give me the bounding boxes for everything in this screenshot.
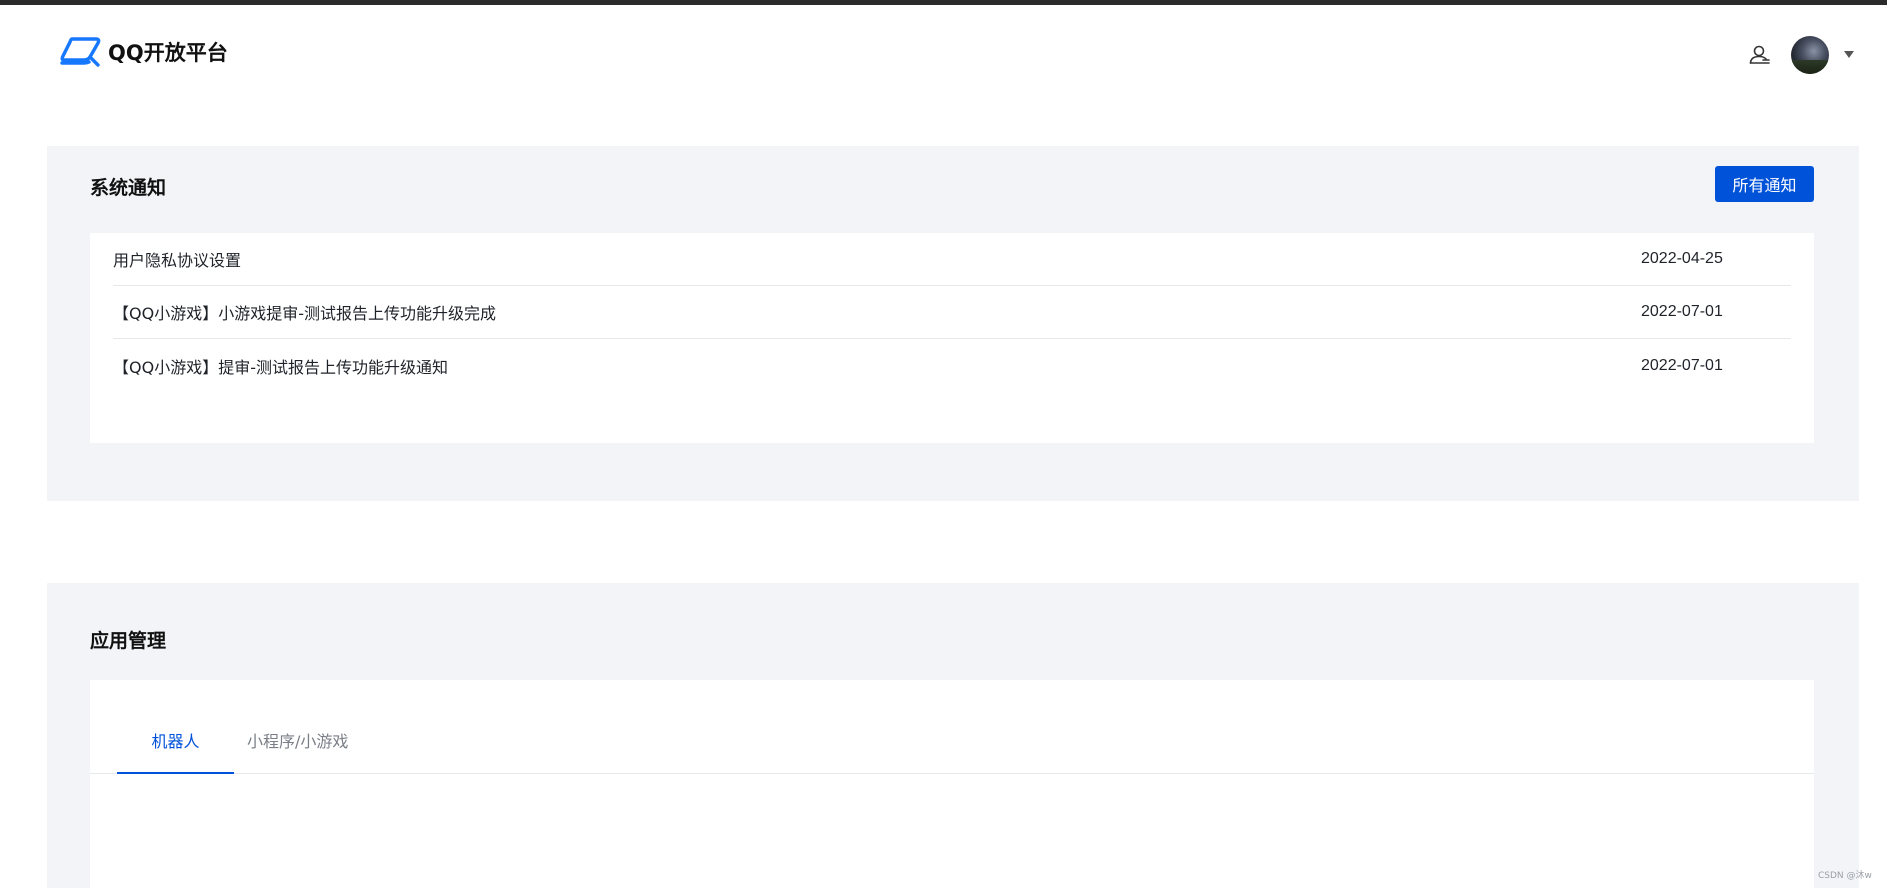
notice-title: 【QQ小游戏】小游戏提审-测试报告上传功能升级完成 bbox=[113, 304, 496, 323]
app-management-section: 应用管理 机器人 小程序/小游戏 bbox=[47, 583, 1859, 888]
qq-open-platform-logo-icon bbox=[60, 35, 102, 69]
app-tabs: 机器人 小程序/小游戏 bbox=[90, 680, 1814, 774]
notice-title: 用户隐私协议设置 bbox=[113, 251, 242, 270]
notice-item[interactable]: 【QQ小游戏】小游戏提审-测试报告上传功能升级完成 2022-07-01 bbox=[113, 286, 1791, 339]
notice-date: 2022-04-25 bbox=[1641, 250, 1723, 267]
all-notices-button[interactable]: 所有通知 bbox=[1715, 166, 1814, 202]
app-section-title: 应用管理 bbox=[90, 630, 167, 652]
user-switch-icon[interactable] bbox=[1748, 43, 1772, 67]
notice-list: 用户隐私协议设置 2022-04-25 【QQ小游戏】小游戏提审-测试报告上传功… bbox=[113, 233, 1791, 392]
avatar[interactable] bbox=[1791, 36, 1829, 74]
app-card: 机器人 小程序/小游戏 bbox=[90, 680, 1814, 888]
watermark: CSDN @沐w bbox=[1818, 871, 1872, 881]
notice-item[interactable]: 用户隐私协议设置 2022-04-25 bbox=[113, 233, 1791, 286]
notice-date: 2022-07-01 bbox=[1641, 356, 1723, 374]
caret-down-icon[interactable] bbox=[1844, 51, 1854, 58]
site-logo[interactable]: QQ开放平台 bbox=[60, 34, 228, 70]
notice-title: 【QQ小游戏】提审-测试报告上传功能升级通知 bbox=[113, 357, 448, 377]
tab-mini-program[interactable]: 小程序/小游戏 bbox=[247, 728, 348, 752]
tab-robot[interactable]: 机器人 bbox=[117, 728, 234, 774]
system-notice-section: 系统通知 所有通知 用户隐私协议设置 2022-04-25 【QQ小游戏】小游戏… bbox=[47, 146, 1859, 501]
notice-list-card: 用户隐私协议设置 2022-04-25 【QQ小游戏】小游戏提审-测试报告上传功… bbox=[90, 233, 1814, 443]
site-header: QQ开放平台 bbox=[0, 5, 1887, 95]
logo-text: QQ开放平台 bbox=[108, 41, 228, 65]
notice-section-title: 系统通知 bbox=[90, 177, 167, 199]
notice-date: 2022-07-01 bbox=[1641, 303, 1723, 320]
notice-item[interactable]: 【QQ小游戏】提审-测试报告上传功能升级通知 2022-07-01 bbox=[113, 339, 1791, 392]
